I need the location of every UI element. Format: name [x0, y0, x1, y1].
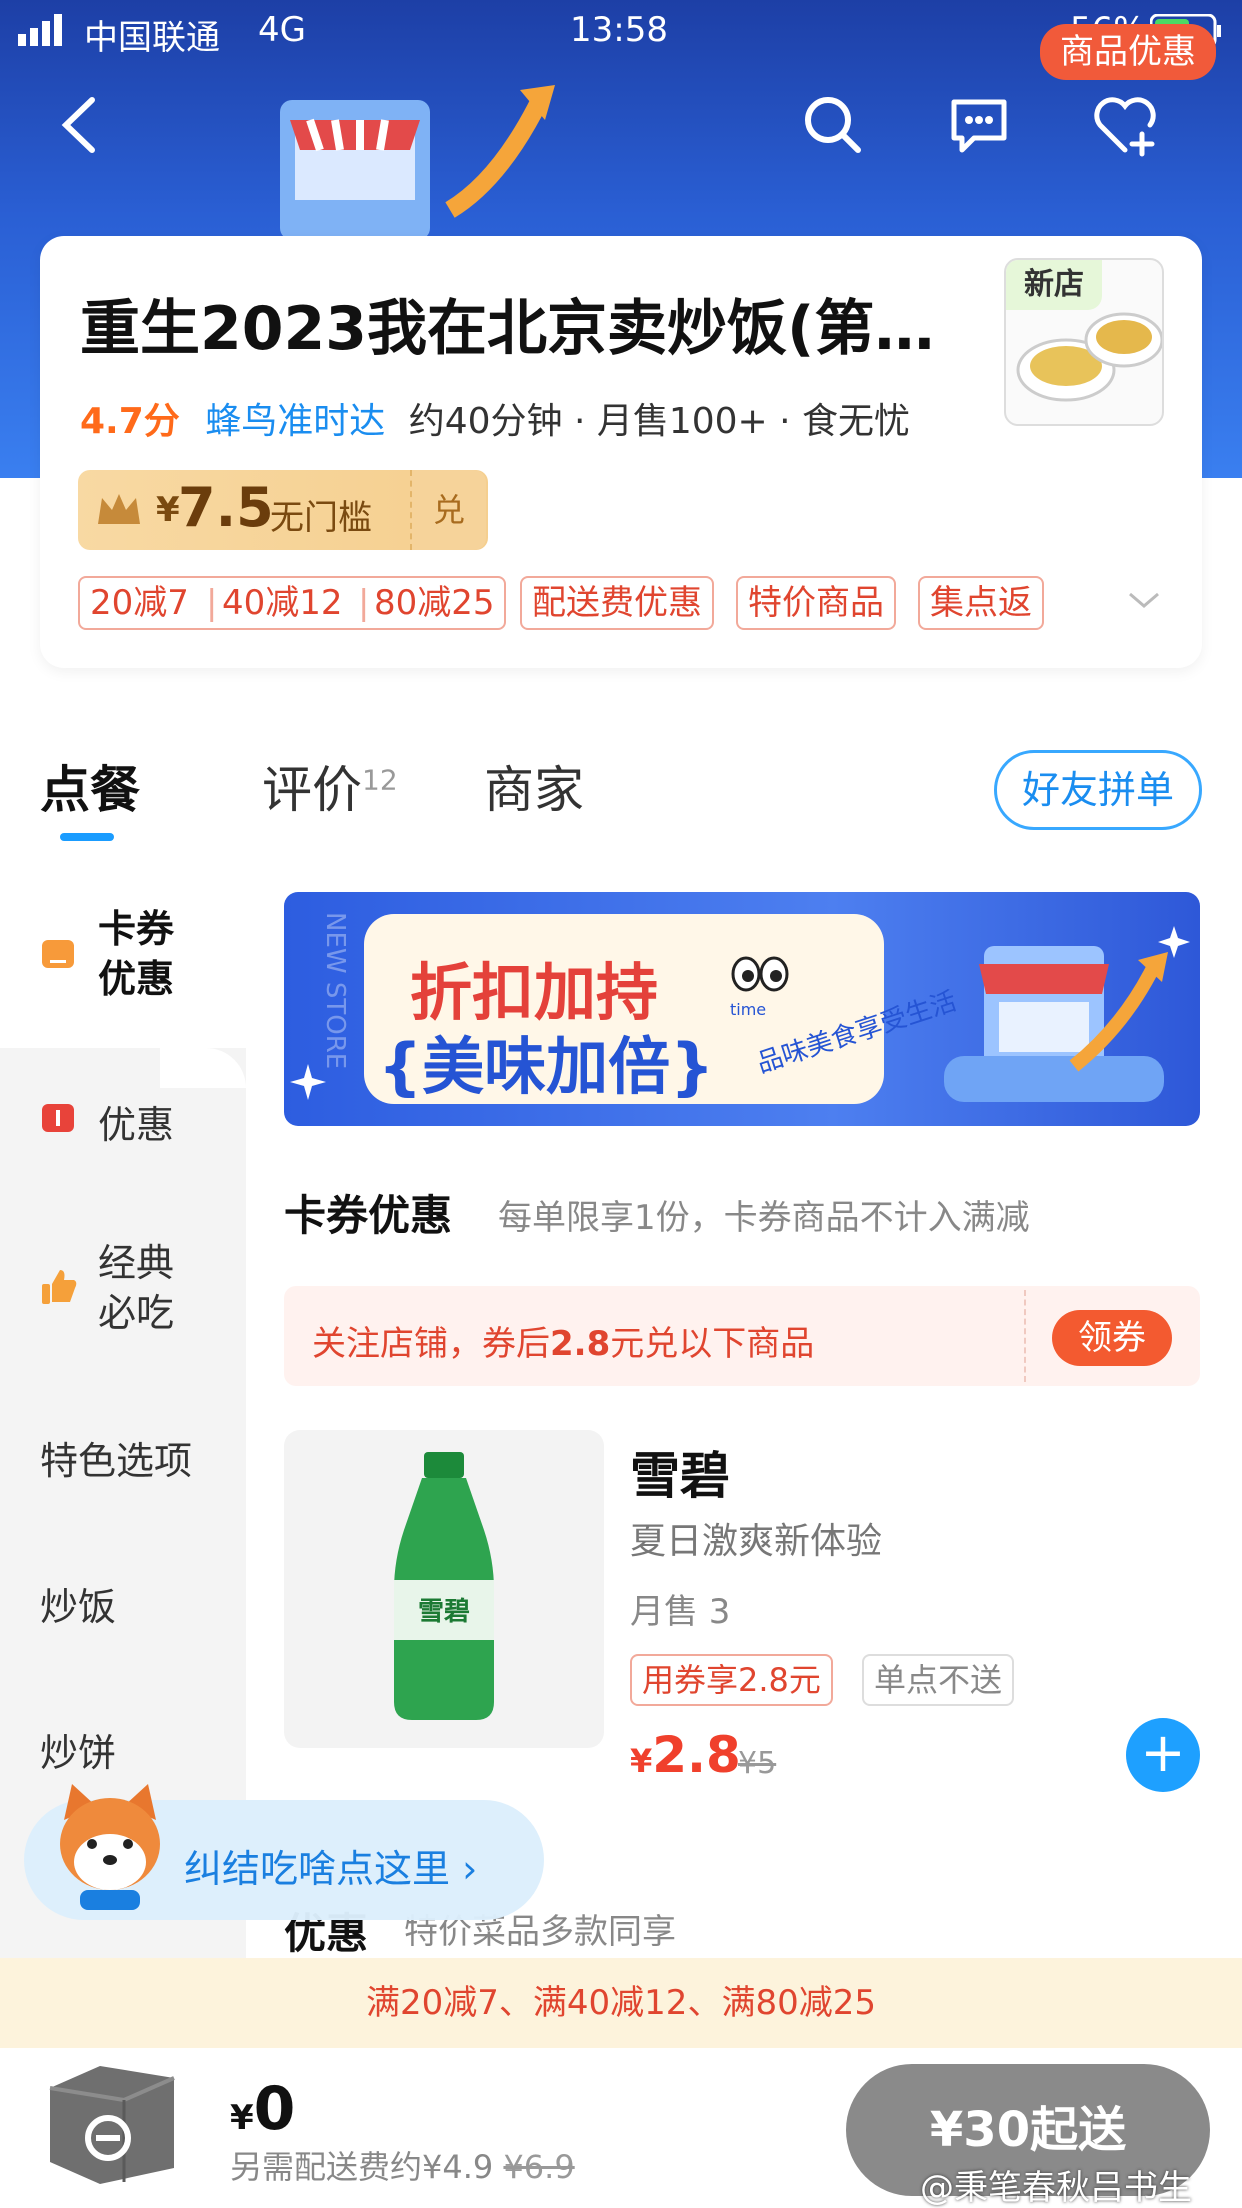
message-icon[interactable]	[944, 90, 1014, 160]
notice-prefix: 关注店铺，券后	[312, 1324, 550, 1364]
product-sales: 月售 3	[630, 1592, 731, 1632]
price-value: 2.8	[652, 1726, 741, 1784]
fee-current: 另需配送费约¥4.9	[230, 2148, 494, 2186]
delivery-fee-tag[interactable]: 配送费优惠	[520, 576, 714, 630]
notice-text: 关注店铺，券后2.8元兑以下商品	[312, 1316, 814, 1365]
notice-suffix: 元兑以下商品	[610, 1324, 815, 1364]
price-currency: ¥	[630, 1742, 653, 1780]
sidebar-item-label: 经典 必吃	[98, 1241, 175, 1335]
rating-text: 4.7分	[80, 401, 180, 442]
exchange-button[interactable]: 兑	[410, 470, 486, 550]
svg-text:雪碧: 雪碧	[418, 1597, 470, 1627]
network-text: 4G	[258, 10, 306, 50]
tab-indicator	[60, 833, 114, 841]
sprite-bottle-image: 雪碧	[394, 1452, 494, 1720]
fee-old: ¥6.9	[503, 2148, 575, 2186]
chevron-down-icon[interactable]	[1126, 588, 1162, 612]
eyes-icon	[731, 956, 789, 992]
watermark: @秉笔春秋吕书生	[920, 2168, 1192, 2208]
full-reduction-bar: 满20减7、满40减12、满80减25	[0, 1958, 1242, 2048]
product-name[interactable]: 雪碧	[630, 1436, 730, 1508]
group-order-button[interactable]: 好友拼单	[994, 750, 1202, 830]
back-icon[interactable]	[44, 90, 114, 160]
suggestion-text[interactable]: 纠结吃啥点这里 ›	[184, 1838, 477, 1893]
coupon-currency: ¥	[156, 490, 180, 530]
sparkle-icon	[290, 1064, 326, 1100]
product-price: ¥2.8	[630, 1726, 741, 1784]
store-meta-row: 4.7分 蜂鸟准时达 约40分钟 · 月售100+ · 食无忧	[80, 392, 910, 444]
section-subtitle-coupons: 每单限享1份，卡券商品不计入满减	[498, 1198, 1030, 1238]
sidebar-item-label: 炒饼	[40, 1731, 117, 1775]
section-title-coupons: 卡券优惠	[284, 1191, 453, 1240]
sidebar-item-label: 优惠	[98, 1103, 175, 1147]
delivery-fee-text: 另需配送费约¥4.9 ¥6.9	[230, 2142, 575, 2188]
discount-tag-group[interactable]: 20减7 | 40减12 | 80减25	[78, 576, 506, 630]
cart-icon[interactable]	[40, 2058, 184, 2188]
cart-total: ¥0	[230, 2074, 295, 2144]
product-old-price: ¥5	[738, 1746, 777, 1781]
favorite-add-icon[interactable]	[1090, 90, 1160, 160]
sidebar-item-label: 特色选项	[40, 1439, 193, 1483]
store-name: 重生2023我在北京卖炒饭(第…	[80, 294, 935, 364]
discount-icon	[42, 1104, 74, 1132]
coupon-price-tag: 用券享2.8元	[630, 1654, 833, 1706]
tab-reviews[interactable]: 评价12	[262, 750, 398, 822]
tab-order[interactable]: 点餐	[40, 750, 140, 822]
notice-value: 2.8	[550, 1324, 611, 1364]
sidebar-item-label: 卡券 优惠	[98, 907, 175, 1001]
total-currency: ¥	[230, 2098, 254, 2138]
add-to-cart-button[interactable]: +	[1126, 1718, 1200, 1792]
crown-icon	[98, 494, 140, 524]
tab-merchant[interactable]: 商家	[484, 750, 584, 822]
coupon-amount: 7.5	[178, 476, 274, 539]
store-meta-text: 约40分钟 · 月售100+ · 食无忧	[408, 401, 911, 442]
search-icon[interactable]	[798, 90, 868, 160]
carrier-text: 中国联通	[84, 18, 220, 58]
store-illustration	[280, 85, 555, 240]
coupon-icon	[42, 940, 74, 968]
coupon-threshold: 无门槛	[270, 498, 372, 538]
banner-small-text: time	[730, 1000, 767, 1019]
special-goods-tag[interactable]: 特价商品	[736, 576, 896, 630]
time-text: 13:58	[570, 10, 668, 50]
product-image[interactable]: 雪碧	[284, 1430, 604, 1748]
banner-store-illustration	[944, 926, 1190, 1102]
promo-banner[interactable]: NEW STORE 折扣加持 {美味加倍} time 品味美食享受生活	[284, 892, 1200, 1126]
stamp-reward-tag[interactable]: 集点返	[918, 576, 1044, 630]
thumbs-up-icon	[42, 1270, 77, 1304]
total-value: 0	[253, 2074, 296, 2144]
delivery-tag: 蜂鸟准时达	[205, 401, 386, 442]
banner-line2: {美味加倍}	[378, 1030, 715, 1103]
tab-reviews-label: 评价	[262, 761, 362, 819]
discount-tag: 40减12	[222, 583, 343, 623]
product-discount-badge: 商品优惠	[1040, 24, 1216, 80]
notice-divider	[1024, 1290, 1026, 1382]
discount-tag: 20减7	[90, 583, 189, 623]
reviews-count: 12	[362, 763, 398, 797]
new-store-tag: 新店	[1006, 260, 1102, 310]
product-description: 夏日激爽新体验	[630, 1521, 883, 1562]
signal-icon	[18, 14, 62, 46]
discount-tag: 80减25	[374, 583, 495, 623]
claim-coupon-button[interactable]: 领券	[1052, 1310, 1172, 1366]
no-single-delivery-tag: 单点不送	[862, 1654, 1015, 1706]
shiba-mascot-icon	[60, 1784, 160, 1910]
store-thumbnail: 新店	[1004, 258, 1164, 426]
sidebar-item-label: 炒饭	[40, 1585, 117, 1629]
